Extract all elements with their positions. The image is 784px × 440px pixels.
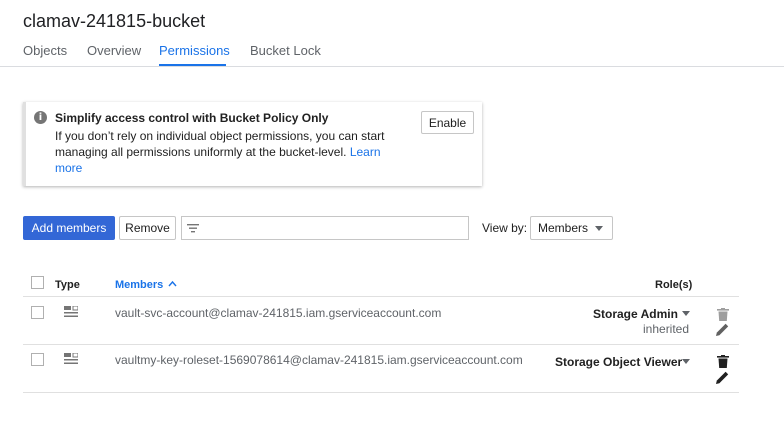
header-divider (23, 296, 739, 297)
role-select[interactable]: Storage Object Viewer (555, 355, 682, 369)
filter-icon (187, 224, 199, 233)
member-email: vaultmy-key-roleset-1569078614@clamav-24… (115, 353, 523, 367)
view-by-value: Members (538, 221, 589, 235)
select-all-checkbox[interactable] (31, 276, 44, 289)
row-divider (23, 344, 739, 345)
view-by-label: View by: (482, 221, 528, 235)
inherited-label: inherited (643, 322, 690, 336)
service-account-icon (64, 353, 78, 364)
info-card-text: If you don’t rely on individual object p… (55, 129, 385, 159)
edit-icon[interactable] (716, 323, 729, 336)
info-card-body: If you don’t rely on individual object p… (55, 128, 400, 176)
remove-button[interactable]: Remove (119, 216, 176, 240)
chevron-down-icon (595, 226, 603, 231)
service-account-icon (64, 306, 78, 317)
tab-overview[interactable]: Overview (87, 43, 141, 58)
row-checkbox[interactable] (31, 306, 44, 319)
add-members-button[interactable]: Add members (23, 216, 115, 240)
tabs-divider (0, 66, 784, 67)
info-card-title: Simplify access control with Bucket Poli… (55, 111, 329, 125)
member-email: vault-svc-account@clamav-241815.iam.gser… (115, 306, 442, 320)
filter-input[interactable] (181, 216, 469, 240)
row-checkbox[interactable] (31, 353, 44, 366)
bucket-title: clamav-241815-bucket (23, 11, 206, 31)
chevron-down-icon[interactable] (682, 311, 690, 316)
column-header-roles: Role(s) (655, 279, 693, 291)
tab-permissions[interactable]: Permissions (159, 43, 230, 58)
role-select[interactable]: Storage Admin (593, 307, 678, 321)
delete-icon (717, 308, 729, 321)
column-header-type: Type (55, 279, 80, 291)
tab-bucket-lock[interactable]: Bucket Lock (250, 43, 321, 58)
enable-button[interactable]: Enable (421, 111, 474, 134)
edit-icon[interactable] (716, 371, 729, 384)
tab-objects[interactable]: Objects (23, 43, 67, 58)
info-icon: i (34, 111, 47, 124)
row-divider (23, 392, 739, 393)
delete-icon[interactable] (717, 355, 729, 368)
sort-ascending-icon[interactable] (168, 280, 177, 288)
chevron-down-icon[interactable] (682, 359, 690, 364)
column-header-members[interactable]: Members (115, 279, 163, 291)
